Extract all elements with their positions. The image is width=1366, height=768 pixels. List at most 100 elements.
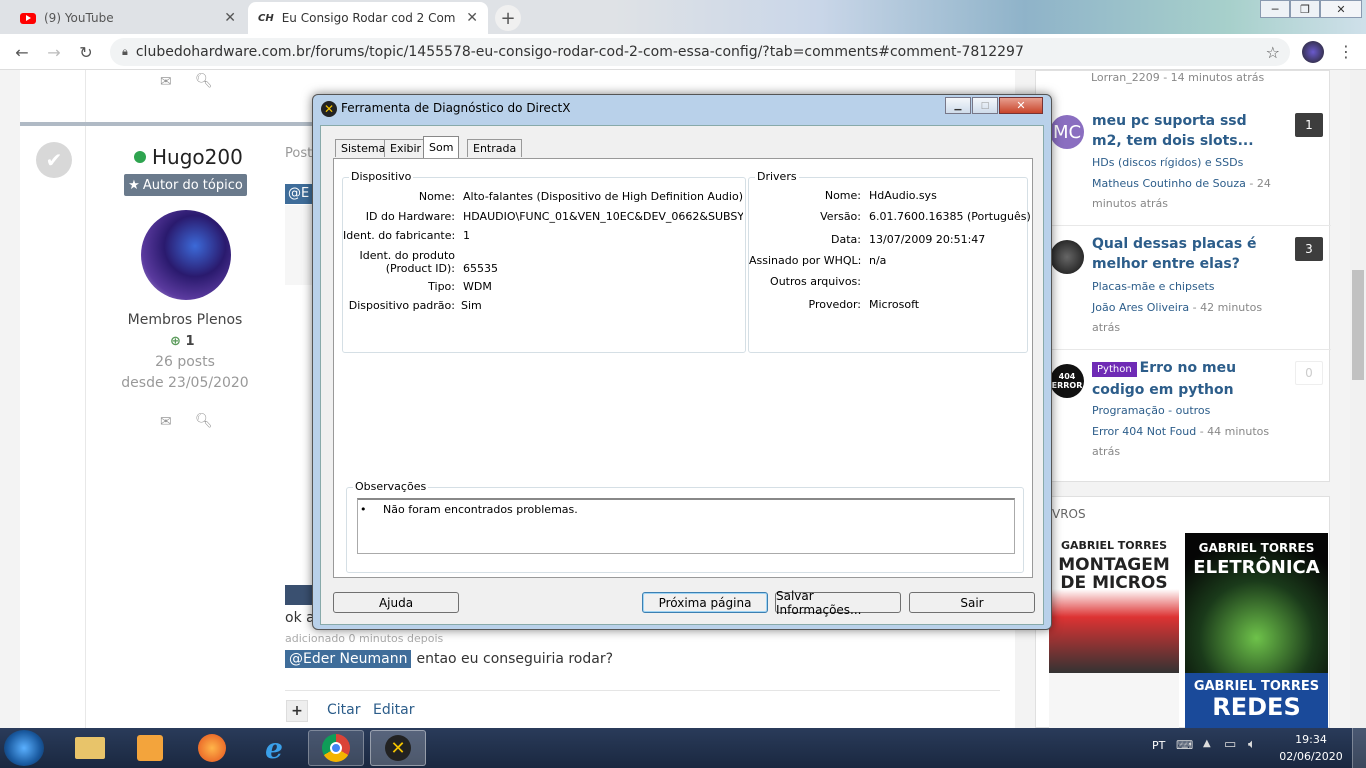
sidebar-topics: Lorran_2209 - 14 minutos atrás MC meu pc… (1035, 70, 1331, 482)
profile-avatar[interactable] (1302, 41, 1324, 63)
notes-group-label: Observações (353, 480, 429, 493)
maximize-button[interactable]: □ (972, 97, 998, 114)
other-files-label: Outros arquivos: (770, 275, 861, 288)
forward-arrow-icon[interactable]: → (44, 42, 64, 62)
message-icon[interactable]: ✉ (160, 414, 172, 430)
tab-sistema[interactable]: Sistema (335, 139, 392, 157)
topic-category[interactable]: Programação - outros (1092, 401, 1210, 421)
reply-count-badge: 1 (1295, 113, 1323, 137)
topic-author[interactable]: Matheus Coutinho de Souza (1092, 177, 1246, 190)
search-icon[interactable]: 🔍︎ (195, 413, 213, 429)
file-explorer-icon[interactable] (62, 730, 118, 766)
tab-label: (9) YouTube (44, 11, 114, 25)
reply-line: @Eder Neumann entao eu conseguiria rodar… (285, 650, 613, 668)
avatar[interactable] (141, 210, 231, 300)
plus-button[interactable]: + (286, 700, 308, 722)
tab-som[interactable]: Som (423, 136, 460, 158)
mention-tag[interactable]: @E (285, 184, 313, 204)
topic-meta: Error 404 Not Foud - 44 minutos atrás (1092, 422, 1282, 462)
minimize-button[interactable]: ─ (1260, 0, 1290, 18)
hardware-id-value: HDAUDIO\FUNC_01&VEN_10EC&DEV_0662&SUBSYS… (463, 210, 743, 223)
tab-youtube[interactable]: (9) YouTube ✕ (10, 2, 246, 34)
exit-button[interactable]: Sair (909, 592, 1035, 613)
posted-label: Post (285, 146, 313, 161)
minimize-button[interactable]: ▁ (945, 97, 971, 114)
list-item[interactable]: MC meu pc suporta ssd m2, tem dois slots… (1036, 101, 1331, 226)
page-scrollbar-thumb[interactable] (1352, 270, 1364, 380)
clock-time[interactable]: 19:34 (1278, 733, 1344, 746)
author-name[interactable]: Hugo200 (134, 145, 243, 169)
cite-link[interactable]: Citar (327, 702, 361, 718)
mention-tag[interactable]: @Eder Neumann (285, 650, 412, 668)
driver-date-value: 13/07/2009 20:51:47 (869, 233, 986, 246)
directx-taskbar-icon[interactable]: ✕ (370, 730, 426, 766)
close-window-button[interactable]: ✕ (1320, 0, 1362, 18)
list-item[interactable]: 404 ERROR Python Erro no meu codigo em py… (1036, 350, 1331, 482)
tab-exibir[interactable]: Exibir (384, 139, 428, 157)
reply-count-badge: 0 (1295, 361, 1323, 385)
close-icon[interactable]: ✕ (466, 10, 478, 26)
network-icon[interactable]: ▭ (1224, 737, 1236, 752)
default-device-value: Sim (461, 299, 482, 312)
show-hidden-icons-icon[interactable]: ▲ (1203, 738, 1211, 749)
device-name-label: Nome: (418, 190, 455, 203)
notes-text: Não foram encontrados problemas. (383, 503, 578, 516)
book-title: ELETRÔNICA (1193, 557, 1320, 578)
maximize-button[interactable]: ❐ (1290, 0, 1320, 18)
driver-version-label: Versão: (820, 210, 861, 223)
embedded-screenshot (285, 205, 315, 285)
python-tag[interactable]: Python (1092, 362, 1137, 377)
tab-clubedohardware[interactable]: CH Eu Consigo Rodar cod 2 Com ess ✕ (248, 2, 488, 34)
book-cover[interactable]: GABRIEL TORRES REDES (1185, 673, 1328, 729)
page-scrollbar[interactable] (1350, 70, 1366, 728)
close-button[interactable]: ✕ (999, 97, 1043, 114)
reply-text: entao eu conseguiria rodar? (416, 651, 614, 667)
manufacturer-id-value: 1 (463, 229, 470, 242)
back-arrow-icon[interactable]: ← (12, 42, 32, 62)
language-indicator[interactable]: PT (1152, 739, 1165, 752)
message-icon[interactable]: ✉ (160, 74, 172, 90)
keyboard-icon[interactable]: ⌨ (1176, 738, 1193, 752)
topic-title[interactable]: Python Erro no meu codigo em python (1092, 358, 1272, 400)
start-button[interactable] (4, 730, 44, 766)
book-cover[interactable]: GABRIEL TORRES MONTAGEM DE MICROS (1049, 533, 1179, 673)
topic-author[interactable]: João Ares Oliveira (1092, 301, 1189, 314)
book-cover[interactable]: GABRIEL TORRES ELETRÔNICA (1185, 533, 1328, 673)
reload-icon[interactable]: ↻ (76, 42, 96, 62)
post-count: 26 posts (155, 354, 215, 370)
books-heading: VROS (1052, 507, 1086, 521)
topic-author[interactable]: Error 404 Not Foud (1092, 425, 1196, 438)
directx-dialog: ✕ Ferramenta de Diagnóstico do DirectX ▁… (312, 94, 1052, 630)
topic-title[interactable]: Qual dessas placas é melhor entre elas? (1092, 234, 1272, 274)
close-icon[interactable]: ✕ (224, 10, 236, 26)
topic-category[interactable]: HDs (discos rígidos) e SSDs (1092, 153, 1243, 173)
clock-date[interactable]: 02/06/2020 (1278, 750, 1344, 763)
tab-entrada[interactable]: Entrada (467, 139, 523, 157)
topic-category[interactable]: Placas-mãe e chipsets (1092, 277, 1215, 297)
list-item[interactable]: Qual dessas placas é melhor entre elas? … (1036, 226, 1331, 350)
author-badge-label: Autor do tópico (142, 177, 243, 193)
show-desktop-button[interactable] (1352, 728, 1366, 768)
reply-text-partial: ok a (285, 610, 315, 626)
hardware-id-label: ID do Hardware: (365, 210, 455, 223)
topic-title[interactable]: meu pc suporta ssd m2, tem dois slots... (1092, 111, 1272, 151)
notes-box[interactable]: • Não foram encontrados problemas. (357, 498, 1015, 554)
tab-panel: Dispositivo Nome: Alto-falantes (Disposi… (333, 158, 1033, 578)
bookmark-star-icon[interactable]: ☆ (1266, 43, 1280, 62)
save-info-button[interactable]: Salvar Informações... (775, 589, 901, 617)
media-player-icon[interactable] (122, 730, 178, 766)
bullet-icon: • (360, 503, 367, 516)
device-name-value: Alto-falantes (Dispositivo de High Defin… (463, 190, 743, 203)
volume-icon[interactable]: 🔈︎ (1248, 737, 1256, 752)
help-button[interactable]: Ajuda (333, 592, 459, 613)
new-tab-button[interactable]: + (495, 5, 521, 31)
internet-explorer-icon[interactable]: e (246, 730, 302, 766)
address-bar[interactable]: 🔒︎ clubedohardware.com.br/forums/topic/1… (110, 38, 1290, 66)
edit-link[interactable]: Editar (373, 702, 414, 718)
search-icon[interactable]: 🔍︎ (195, 73, 213, 89)
firefox-icon[interactable] (184, 730, 240, 766)
next-page-button[interactable]: Próxima página (642, 592, 768, 613)
menu-kebab-icon[interactable]: ⋮ (1338, 42, 1354, 61)
chrome-icon[interactable] (308, 730, 364, 766)
star-icon: ★ (128, 177, 140, 193)
